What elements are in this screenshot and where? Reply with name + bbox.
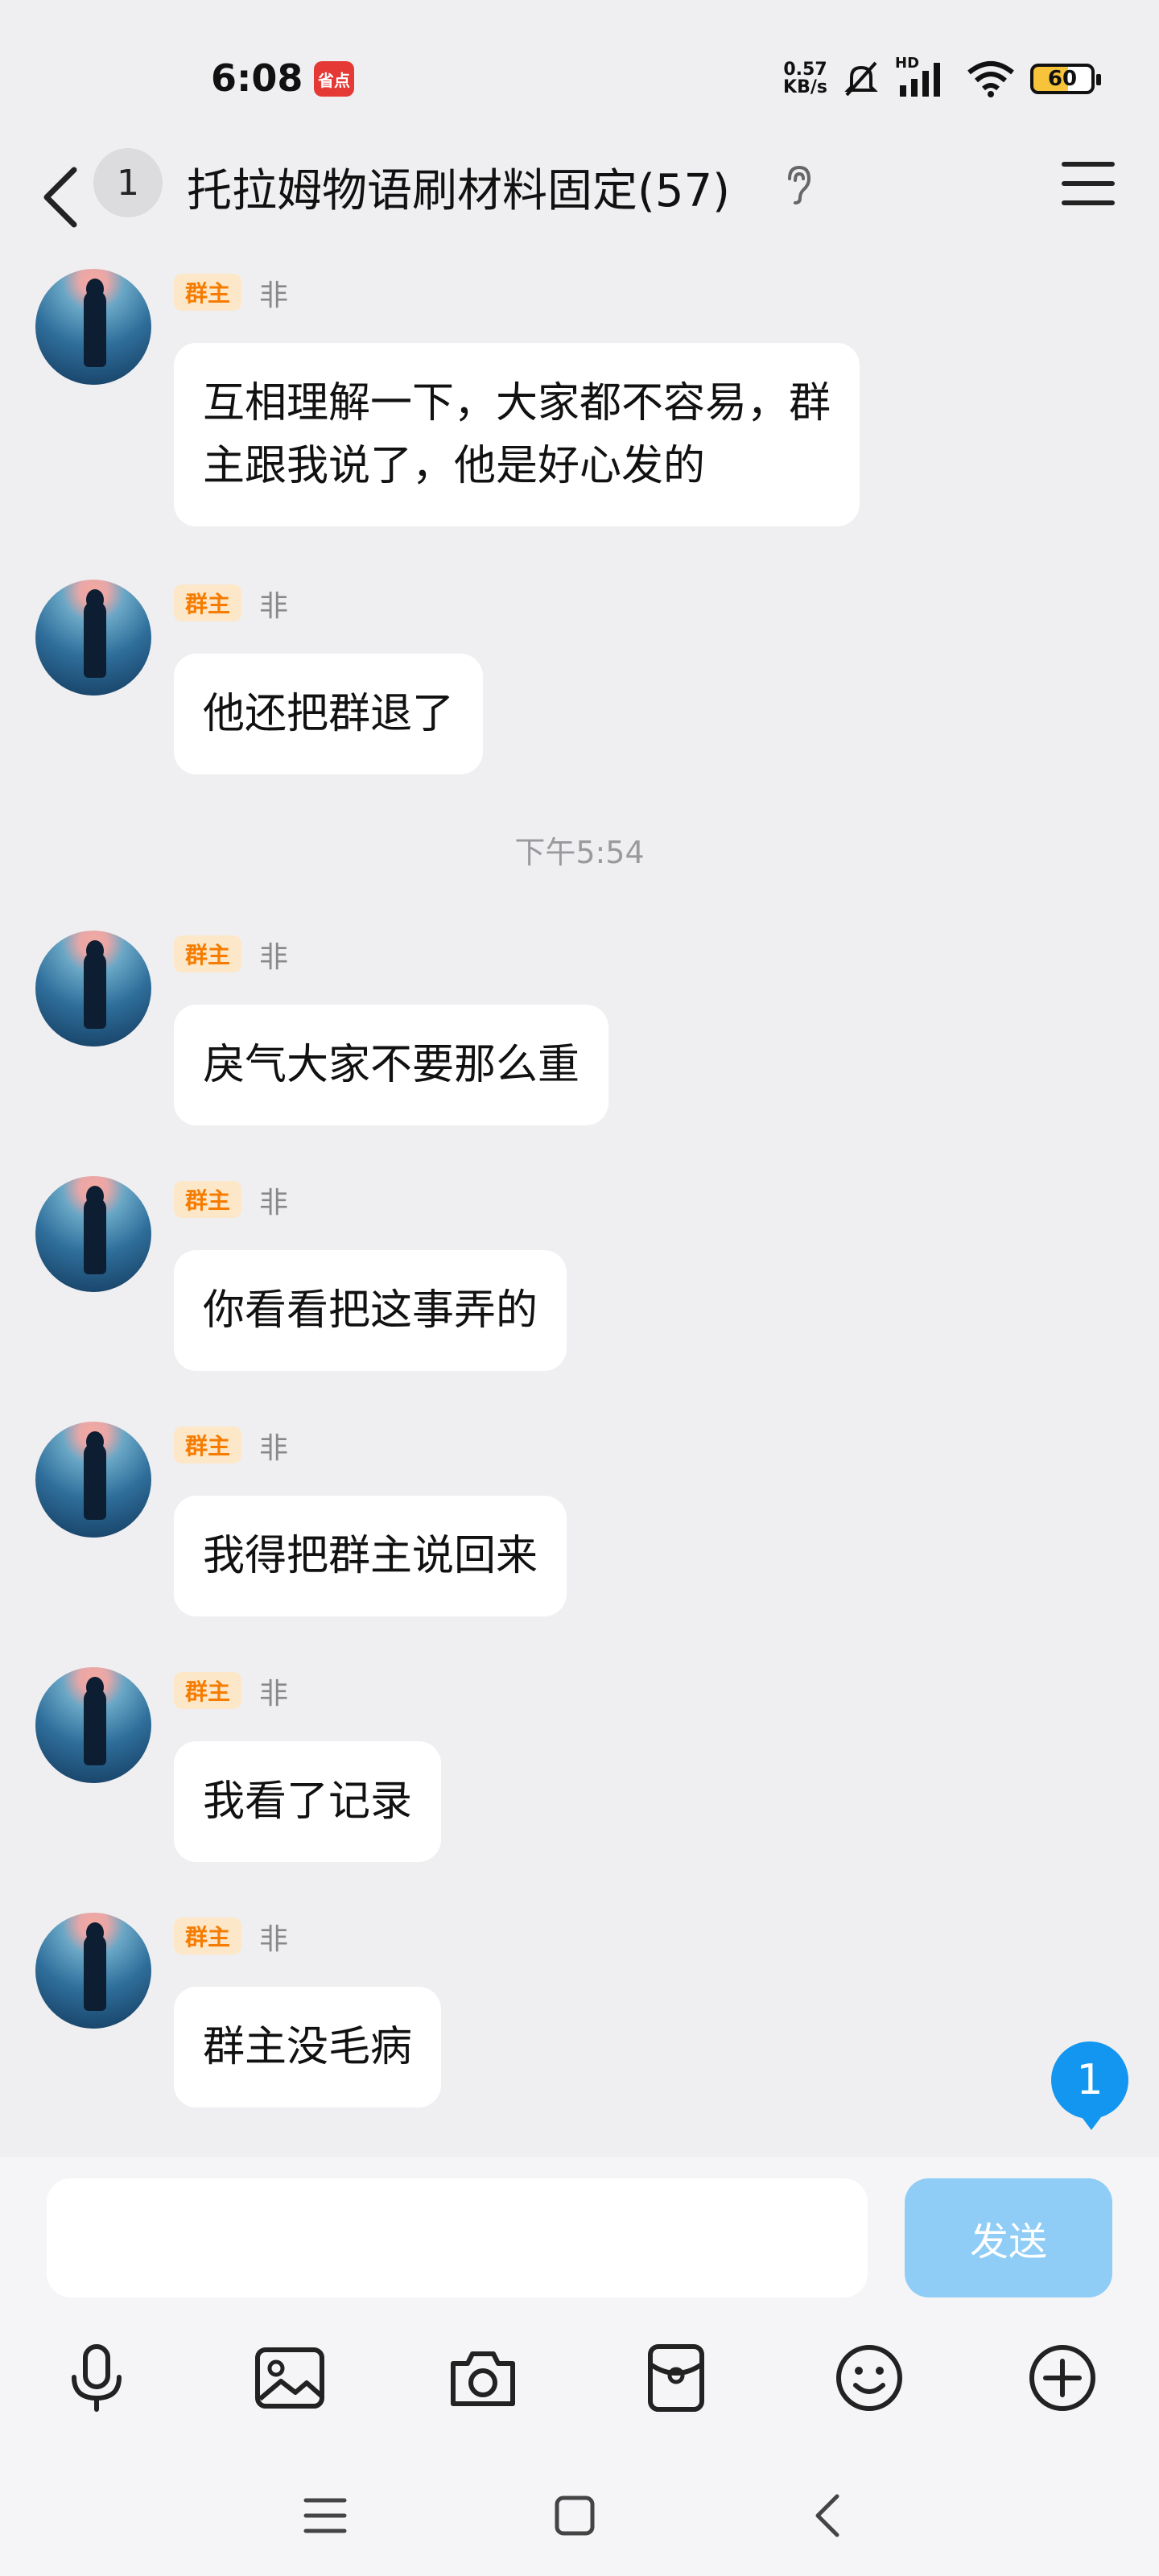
- message-bubble[interactable]: 你看看把这事弄的: [174, 1250, 567, 1371]
- message-bubble[interactable]: 互相理解一下，大家都不容易，群 主跟我说了，他是好心发的: [174, 343, 860, 526]
- back-button[interactable]: [40, 153, 89, 242]
- image-button[interactable]: [241, 2330, 338, 2426]
- menu-lines-icon: [303, 2498, 347, 2533]
- camera-icon: [451, 2351, 515, 2406]
- input-area: 发送: [0, 2157, 1159, 2455]
- message-bubble[interactable]: 他还把群退了: [174, 654, 484, 774]
- app-notification-icon: 省点: [314, 61, 354, 97]
- message-bubble[interactable]: 我得把群主说回来: [174, 1496, 567, 1616]
- message-bubble[interactable]: 戾气大家不要那么重: [174, 1005, 609, 1125]
- sender-name[interactable]: 非: [259, 1179, 288, 1221]
- role-tag-owner: 群主: [174, 274, 242, 311]
- role-tag-owner: 群主: [174, 584, 242, 621]
- message-text-line: 群主没毛病: [203, 2023, 413, 2071]
- message-text-line: 我得把群主说回来: [203, 1532, 538, 1580]
- signal-icon: HD: [895, 55, 951, 98]
- network-speed: 0.57 KB/s: [783, 61, 827, 97]
- avatar[interactable]: [35, 1667, 151, 1783]
- role-tag-owner: 群主: [174, 1918, 242, 1955]
- time-divider: 下午5:54: [514, 835, 645, 870]
- status-time: 6:08: [211, 56, 303, 100]
- sender-name[interactable]: 非: [259, 1916, 288, 1958]
- message-bubble[interactable]: 我看了记录: [174, 1741, 442, 1862]
- battery-indicator: 60: [1030, 64, 1101, 94]
- chat-title[interactable]: 托拉姆物语刷材料固定(57): [187, 155, 730, 220]
- message-text-line: 我看了记录: [203, 1777, 413, 1826]
- message-text-line: 主跟我说了，他是好心发的: [203, 442, 706, 490]
- sender-name[interactable]: 非: [259, 272, 288, 314]
- unread-count-badge[interactable]: 1: [93, 148, 163, 217]
- mute-bell-icon: [844, 61, 878, 97]
- home-button[interactable]: [526, 2471, 623, 2560]
- avatar[interactable]: [35, 580, 151, 696]
- wifi-icon: [967, 61, 1014, 97]
- input-toolbar: [0, 2330, 1159, 2426]
- sender-name[interactable]: 非: [259, 583, 288, 625]
- avatar[interactable]: [35, 1913, 151, 2029]
- message-input[interactable]: [47, 2178, 868, 2297]
- system-navigation-bar: [0, 2455, 1159, 2576]
- message-text-line: 你看看把这事弄的: [203, 1286, 538, 1335]
- role-tag-owner: 群主: [174, 1426, 242, 1463]
- send-button[interactable]: 发送: [905, 2178, 1112, 2297]
- avatar[interactable]: [35, 1176, 151, 1292]
- system-back-button[interactable]: [779, 2471, 876, 2560]
- chevron-left-icon: [43, 167, 77, 228]
- emoji-button[interactable]: [821, 2330, 918, 2426]
- message-bubble[interactable]: 群主没毛病: [174, 1987, 442, 2107]
- red-packet-icon: [648, 2344, 704, 2412]
- network-speed-value: 0.57: [783, 60, 827, 80]
- status-right-group: 0.57 KB/s HD 60: [783, 55, 1101, 101]
- message-text-line: 他还把群退了: [203, 690, 455, 738]
- role-tag-owner: 群主: [174, 1181, 242, 1218]
- emoji-icon: [836, 2345, 902, 2411]
- sender-name[interactable]: 非: [259, 1425, 288, 1467]
- chat-header: 1 托拉姆物语刷材料固定(57): [0, 145, 1159, 250]
- image-icon: [255, 2347, 324, 2409]
- more-button[interactable]: [1014, 2330, 1111, 2426]
- sender-name[interactable]: 非: [259, 1670, 288, 1712]
- role-tag-owner: 群主: [174, 1672, 242, 1709]
- plus-icon: [1029, 2345, 1095, 2411]
- ear-icon[interactable]: [777, 161, 822, 206]
- avatar[interactable]: [35, 269, 151, 385]
- status-bar: 6:08 省点 0.57 KB/s HD 60: [0, 0, 1159, 145]
- network-speed-unit: KB/s: [783, 77, 827, 97]
- square-icon: [555, 2496, 595, 2536]
- menu-icon[interactable]: [1059, 155, 1117, 213]
- red-packet-button[interactable]: [628, 2330, 724, 2426]
- sender-name[interactable]: 非: [259, 934, 288, 976]
- recent-apps-button[interactable]: [277, 2471, 373, 2560]
- avatar[interactable]: [35, 931, 151, 1046]
- new-message-badge[interactable]: 1: [1051, 2041, 1128, 2130]
- camera-button[interactable]: [435, 2330, 531, 2426]
- message-text-line: 互相理解一下，大家都不容易，群: [203, 379, 831, 427]
- role-tag-owner: 群主: [174, 935, 242, 972]
- message-text-line: 戾气大家不要那么重: [203, 1041, 580, 1089]
- chevron-left-icon: [815, 2494, 839, 2537]
- microphone-icon: [72, 2344, 122, 2412]
- voice-button[interactable]: [48, 2330, 145, 2426]
- avatar[interactable]: [35, 1422, 151, 1538]
